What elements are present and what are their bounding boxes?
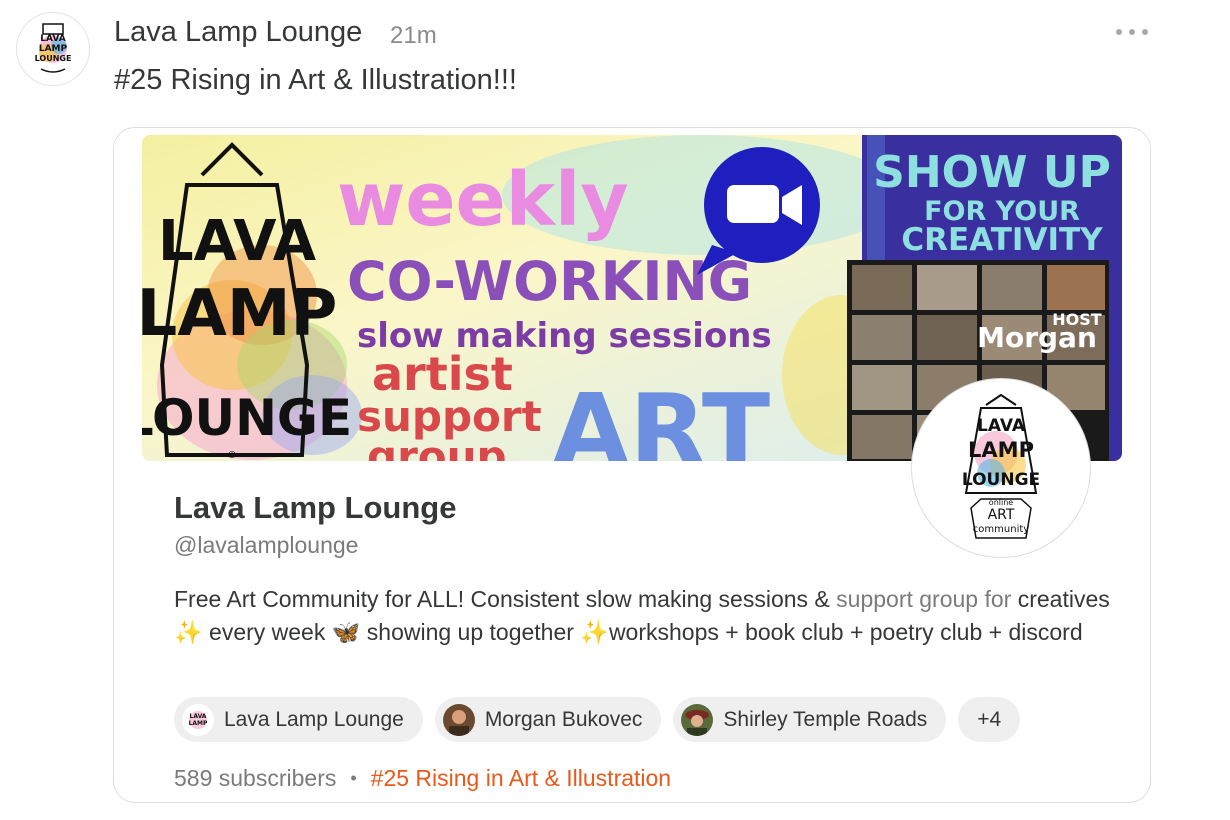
post-author[interactable]: Lava Lamp Lounge [114,16,362,49]
svg-text:LAMP: LAMP [39,44,68,54]
subscriber-count: 589 subscribers [174,765,337,791]
description-accent: support group for [836,586,1012,612]
banner-coworking: CO-WORKING [347,250,752,313]
banner-creativity: CREATIVITY [901,222,1103,258]
svg-text:LAVA: LAVA [190,713,207,720]
lava-lamp-logo-icon: LAVA LAMP LOUNGE online ART community [962,393,1040,539]
publication-name[interactable]: Lava Lamp Lounge [174,490,456,526]
lava-lamp-logo-icon: LAVA LAMP [182,703,214,736]
publication-handle: @lavalamplounge [174,532,359,558]
svg-text:©: © [227,450,237,461]
author-avatar[interactable]: LAVA LAMP LOUNGE [16,12,90,86]
banner-group: group [367,432,507,461]
person-photo-icon [681,703,714,736]
chip-shirley-temple-roads[interactable]: Shirley Temple Roads [673,697,947,742]
chip-label: Morgan Bukovec [484,707,643,731]
description-text: Free Art Community for ALL! Consistent s… [174,586,837,612]
banner-weekly: weekly [337,157,629,243]
avatar-sub-line3: community [973,524,1029,535]
publication-description: Free Art Community for ALL! Consistent s… [174,583,1114,648]
banner-morgan: Morgan [977,321,1097,354]
publication-card[interactable]: LAVA LAMP LOUNGE weekly CO-WORKING slow … [113,127,1151,803]
dot-icon [1116,29,1122,35]
publication-avatar[interactable]: LAVA LAMP LOUNGE online ART community [911,378,1091,558]
banner-logo-line3: LOUNGE [142,389,352,447]
person-photo-icon [442,703,475,736]
post-timestamp: 21m [390,22,437,49]
post-text: #25 Rising in Art & Illustration!!! [114,64,517,96]
svg-text:LOUNGE: LOUNGE [35,54,72,63]
chip-more[interactable]: +4 [958,697,1021,742]
avatar-sub-line2: ART [988,507,1015,523]
banner-logo-line2: LAMP [142,277,337,351]
banner-logo-line1: LAVA [158,209,317,274]
dot-icon [1129,29,1135,35]
chip-morgan-bukovec[interactable]: Morgan Bukovec [434,697,662,742]
avatar-logo-line1: LAVA [977,416,1026,436]
more-options-button[interactable] [1116,22,1148,42]
banner-show-up: SHOW UP [873,147,1111,198]
avatar-logo-line3: LOUNGE [962,470,1040,490]
chip-lava-lamp-lounge[interactable]: LAVA LAMP Lava Lamp Lounge [174,697,423,742]
publication-footer: 589 subscribers • #25 Rising in Art & Il… [174,765,671,792]
lava-lamp-logo-icon: LAVA LAMP LOUNGE [35,23,72,73]
rising-rank-link[interactable]: #25 Rising in Art & Illustration [371,765,671,792]
footer-separator: • [350,768,357,788]
banner-art: ART [552,372,770,461]
dot-icon [1142,29,1148,35]
svg-text:LAVA: LAVA [40,34,65,44]
chip-label: Lava Lamp Lounge [224,707,404,731]
svg-text:LAMP: LAMP [189,720,208,727]
contributor-chips: LAVA LAMP Lava Lamp Lounge Morgan Bukove… [174,697,1021,742]
avatar-logo-line2: LAMP [968,438,1034,462]
chip-label: Shirley Temple Roads [723,707,928,731]
